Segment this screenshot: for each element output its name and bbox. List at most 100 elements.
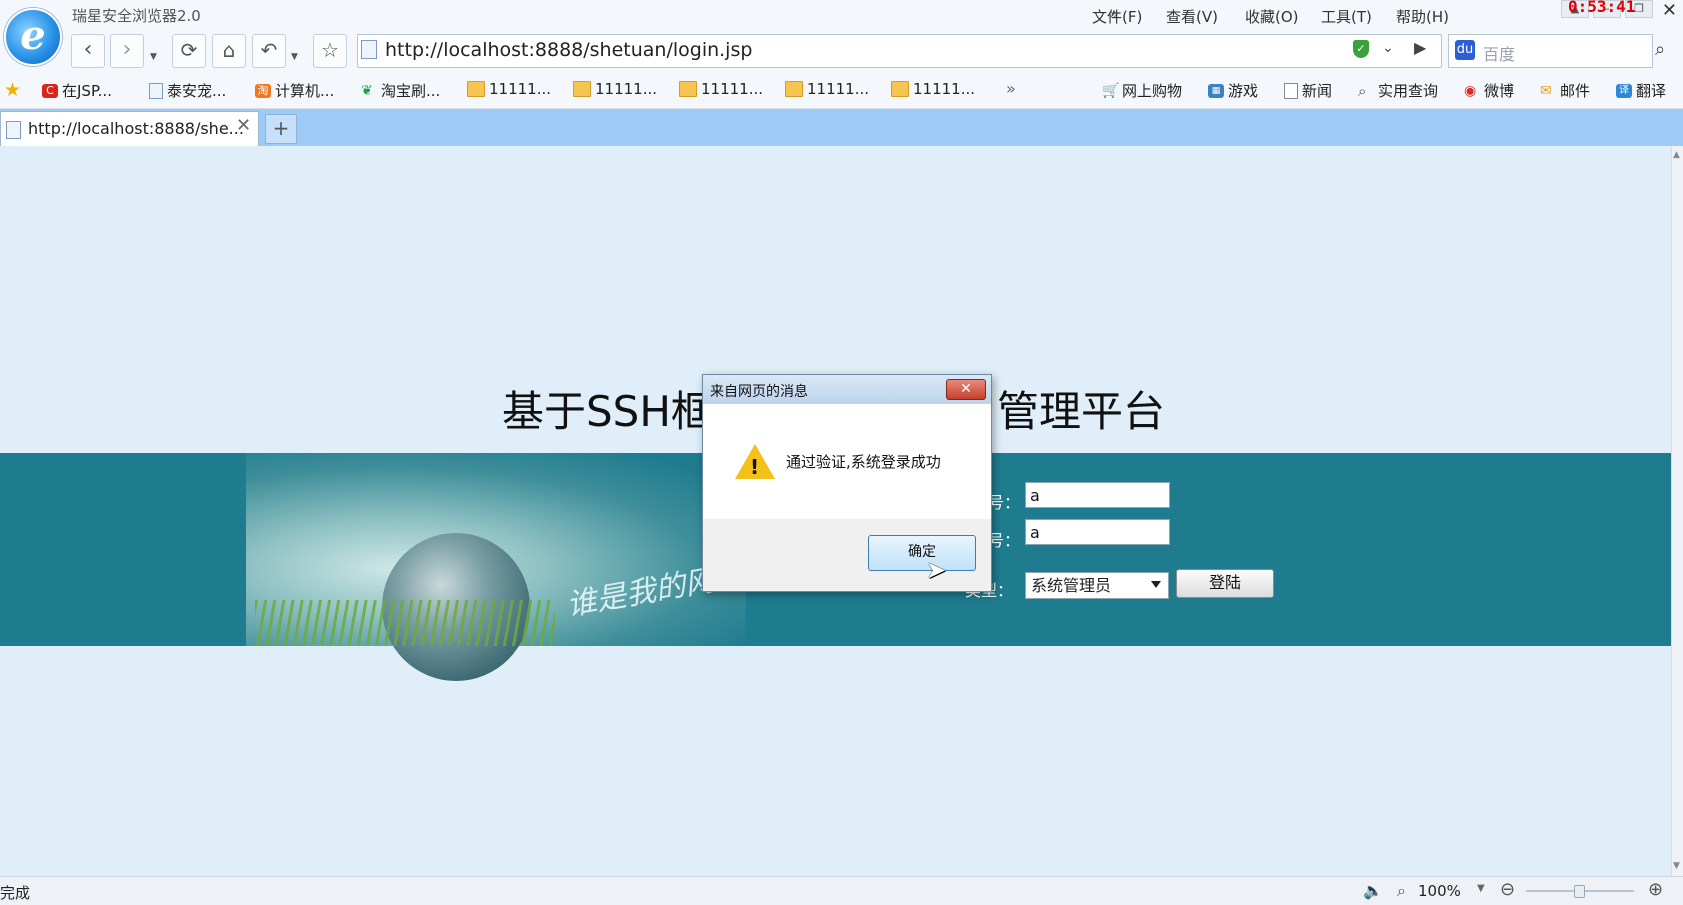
- favorite-label: 11111...: [913, 80, 976, 98]
- page-title-right: 管理平台: [997, 387, 1166, 436]
- undo-close-button[interactable]: ↶: [252, 34, 286, 68]
- dialog-title: 来自网页的消息: [710, 384, 808, 400]
- zoom-out-button[interactable]: ⊖: [1500, 879, 1515, 900]
- quicklink-label: 实用查询: [1378, 82, 1439, 100]
- forward-button[interactable]: ›: [110, 34, 144, 68]
- zoom-icon[interactable]: ⌕: [1397, 881, 1406, 901]
- menu-view[interactable]: 查看(V): [1166, 6, 1218, 27]
- menu-help[interactable]: 帮助(H): [1396, 6, 1449, 27]
- favorites-star-icon[interactable]: ★: [4, 79, 21, 101]
- quicklink-label: 翻译: [1636, 82, 1667, 100]
- quicklink-translate[interactable]: 译 翻译: [1616, 80, 1666, 101]
- zoom-in-button[interactable]: ⊕: [1648, 879, 1663, 900]
- favorites-overflow-icon[interactable]: »: [1006, 79, 1016, 98]
- tab-close-icon[interactable]: ✕: [236, 115, 251, 136]
- favorite-label: 11111...: [595, 80, 658, 98]
- quicklink-news[interactable]: 新闻: [1284, 80, 1332, 101]
- folder-icon: [891, 81, 909, 97]
- translate-icon: 译: [1616, 83, 1632, 98]
- zoom-slider-thumb[interactable]: [1574, 885, 1585, 898]
- home-button[interactable]: ⌂: [212, 34, 246, 68]
- favorite-item[interactable]: 泰安宠...: [149, 80, 226, 101]
- refresh-button[interactable]: ⟳: [172, 34, 206, 68]
- back-icon: ‹: [83, 37, 93, 62]
- login-button[interactable]: 登陆: [1176, 569, 1274, 598]
- favorite-label: 计算机...: [275, 82, 335, 100]
- ok-button[interactable]: 确定: [868, 535, 976, 571]
- status-text: 完成: [0, 884, 31, 902]
- password-field[interactable]: a: [1025, 519, 1170, 545]
- password-label: 号：: [988, 531, 1021, 550]
- home-icon: ⌂: [222, 38, 236, 62]
- go-button[interactable]: ▶: [1414, 38, 1426, 57]
- menu-favorites[interactable]: 收藏(O): [1245, 6, 1299, 27]
- undo-dropdown-icon[interactable]: ▼: [291, 52, 298, 62]
- favorite-item[interactable]: ❦ 淘宝刷...: [361, 80, 440, 101]
- username-label: 号：: [988, 493, 1021, 512]
- new-tab-button[interactable]: +: [265, 114, 297, 144]
- search-icon: ⌕: [1358, 81, 1367, 100]
- favorite-item[interactable]: 淘 计算机...: [255, 80, 334, 101]
- page-icon: [149, 82, 163, 99]
- folder-icon: [573, 81, 591, 97]
- game-icon: ▦: [1208, 83, 1224, 98]
- user-type-select[interactable]: 系统管理员: [1025, 572, 1169, 599]
- weibo-icon: ◉: [1464, 82, 1477, 99]
- quicklink-label: 邮件: [1560, 82, 1591, 100]
- window-close-button[interactable]: ✕: [1662, 0, 1677, 21]
- menu-file[interactable]: 文件(F): [1092, 6, 1142, 27]
- star-icon: ☆: [321, 38, 339, 62]
- favorite-folder[interactable]: 11111...: [891, 80, 975, 98]
- quicklink-weibo[interactable]: ◉ 微博: [1464, 80, 1514, 101]
- bookmark-button[interactable]: ☆: [313, 34, 347, 68]
- security-shield-icon[interactable]: ✓: [1353, 40, 1369, 58]
- search-icon[interactable]: ⌕: [1655, 39, 1665, 60]
- address-dropdown-icon[interactable]: ⌄: [1382, 40, 1394, 56]
- search-box[interactable]: [1448, 34, 1653, 68]
- scroll-up-icon[interactable]: ▲: [1673, 150, 1680, 160]
- refresh-icon: ⟳: [180, 38, 198, 62]
- chevron-down-icon[interactable]: [1151, 581, 1161, 588]
- folder-icon: [467, 81, 485, 97]
- favorite-item[interactable]: C 在JSP...: [42, 80, 112, 101]
- forward-icon: ›: [122, 37, 132, 62]
- zoom-dropdown-icon[interactable]: ▼: [1477, 883, 1485, 894]
- username-field[interactable]: a: [1025, 482, 1170, 508]
- warning-exclamation: !: [750, 455, 760, 479]
- quicklink-lookup[interactable]: ⌕ 实用查询: [1358, 80, 1438, 101]
- undo-icon: ↶: [260, 38, 278, 62]
- favorite-folder[interactable]: 11111...: [573, 80, 657, 98]
- history-dropdown-icon[interactable]: ▼: [150, 52, 157, 62]
- favorite-folder[interactable]: 11111...: [679, 80, 763, 98]
- app-title: 瑞星安全浏览器2.0: [72, 7, 201, 25]
- search-input[interactable]: 百度: [1483, 41, 1515, 65]
- menu-tools[interactable]: 工具(T): [1321, 6, 1372, 27]
- mail-icon: ✉: [1540, 82, 1552, 99]
- baidu-engine-icon[interactable]: du: [1455, 40, 1475, 60]
- dialog-close-button[interactable]: ✕: [946, 379, 986, 400]
- favorite-label: 11111...: [701, 80, 764, 98]
- folder-icon: [785, 81, 803, 97]
- favorite-folder[interactable]: 11111...: [785, 80, 869, 98]
- favorite-label: 11111...: [489, 80, 552, 98]
- address-input[interactable]: http://localhost:8888/shetuan/login.jsp: [385, 39, 752, 61]
- quicklink-label: 微博: [1484, 82, 1515, 100]
- tab-title[interactable]: http://localhost:8888/she...: [28, 119, 244, 138]
- back-button[interactable]: ‹: [71, 34, 105, 68]
- mouse-cursor-icon: ➤: [926, 556, 947, 584]
- quicklink-shopping[interactable]: 🛒 网上购物: [1102, 80, 1182, 101]
- folder-icon: [679, 81, 697, 97]
- favorite-folder[interactable]: 11111...: [467, 80, 551, 98]
- scroll-down-icon[interactable]: ▼: [1673, 861, 1680, 871]
- c-red-icon: C: [42, 83, 58, 98]
- quicklink-label: 网上购物: [1122, 82, 1183, 100]
- quicklink-label: 游戏: [1228, 82, 1259, 100]
- quicklink-games[interactable]: ▦ 游戏: [1208, 80, 1258, 101]
- zoom-level[interactable]: 100%: [1418, 882, 1461, 900]
- cart-icon: 🛒: [1102, 82, 1120, 99]
- quicklink-mail[interactable]: ✉ 邮件: [1540, 80, 1590, 101]
- vertical-scrollbar[interactable]: [1671, 146, 1683, 876]
- quicklink-label: 新闻: [1302, 82, 1333, 100]
- sound-icon[interactable]: 🔈: [1363, 881, 1383, 900]
- favorite-label: 11111...: [807, 80, 870, 98]
